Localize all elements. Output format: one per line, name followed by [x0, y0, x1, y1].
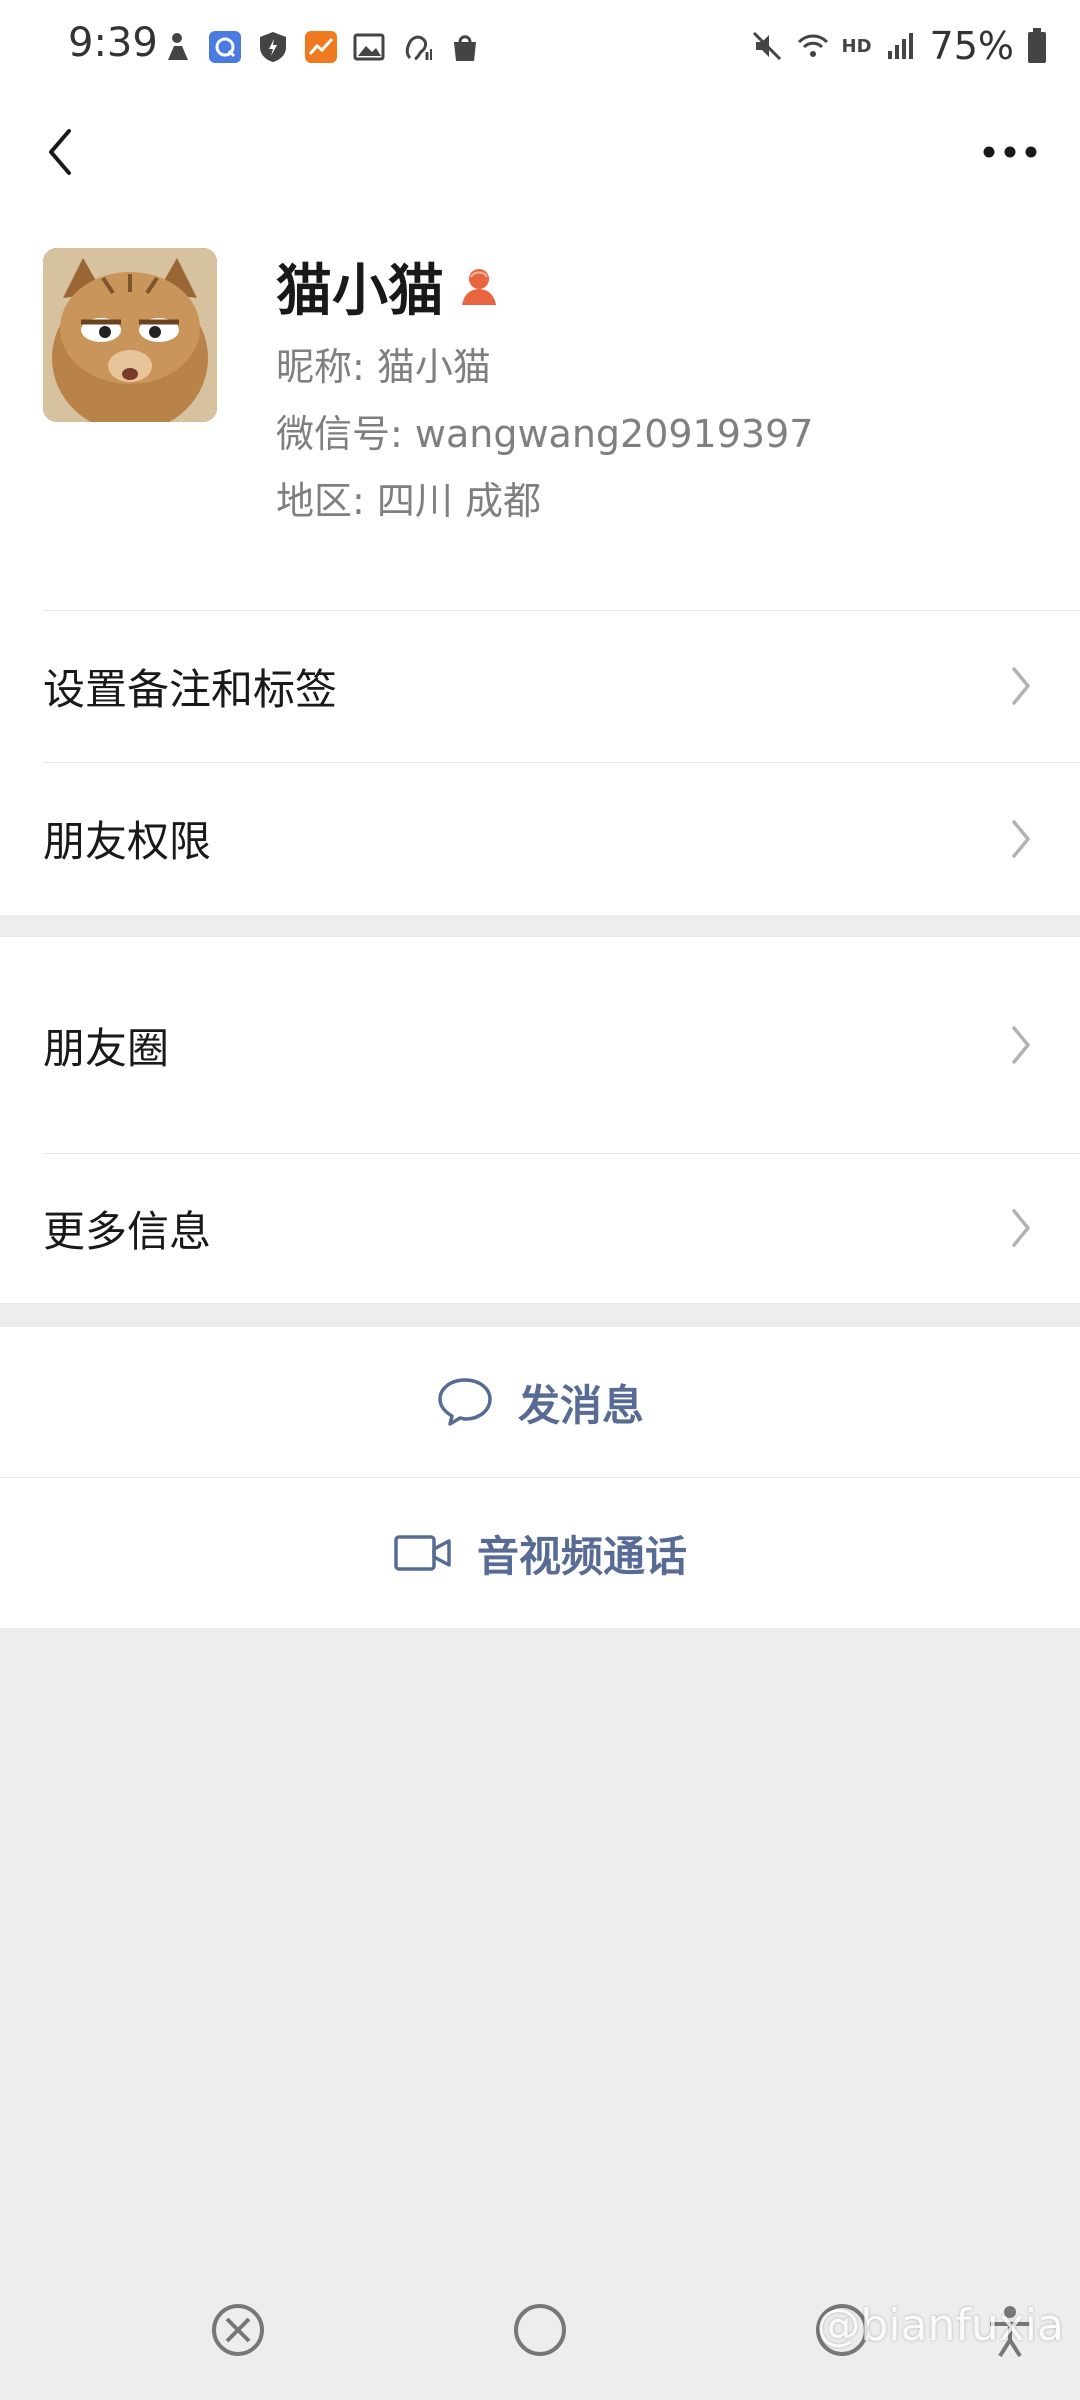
watermark: @bianfuxia: [816, 2300, 1064, 2351]
chat-bubble-icon: [438, 1378, 492, 1426]
close-circle-icon[interactable]: [208, 2300, 268, 2360]
info-group: 朋友圈 更多信息: [0, 937, 1080, 1303]
home-circle-icon[interactable]: [510, 2300, 570, 2360]
battery-icon: [1028, 28, 1046, 63]
video-call-label: 音视频通话: [476, 1531, 687, 1581]
chevron-right-icon: [1012, 1026, 1030, 1064]
more-dots-icon: [983, 146, 1037, 158]
battery-text: 75%: [929, 24, 1014, 68]
profile-card: 猫小猫 昵称: 猫小猫 微信号: wangwang20919397 地区: 四川…: [0, 248, 1080, 610]
person-icon: [168, 33, 188, 60]
row-label: 朋友权限: [43, 817, 212, 866]
more-options-button[interactable]: [970, 132, 1050, 172]
wifi-icon: [797, 34, 828, 57]
chevron-right-icon: [1012, 667, 1030, 705]
back-button[interactable]: [30, 112, 90, 192]
status-icons-right: HD 75%: [750, 20, 1048, 72]
send-message-button[interactable]: 发消息: [0, 1327, 1080, 1477]
row-friend-permissions[interactable]: 朋友权限: [0, 762, 1080, 915]
settings-group: 设置备注和标签 朋友权限: [0, 610, 1080, 915]
signal-icon: [887, 33, 913, 59]
video-camera-icon: [394, 1535, 451, 1571]
female-icon: [462, 269, 496, 305]
hd-icon: HD: [841, 35, 872, 57]
row-moments[interactable]: 朋友圈: [0, 937, 1080, 1153]
mute-icon: [752, 31, 781, 61]
chevron-right-icon: [1012, 1209, 1030, 1247]
row-label: 朋友圈: [43, 1023, 170, 1073]
status-bar: 9:39 HD 75%: [0, 0, 1080, 92]
row-label: 设置备注和标签: [43, 664, 338, 714]
wechat-id-text: 微信号: wangwang20919397: [276, 412, 814, 456]
image-icon: [353, 33, 385, 61]
avatar[interactable]: [43, 248, 217, 422]
video-call-button[interactable]: 音视频通话: [0, 1478, 1080, 1628]
nickname-text: 昵称: 猫小猫: [276, 345, 491, 389]
region-text: 地区: 四川 成都: [276, 479, 541, 523]
hearing-icon: [405, 35, 432, 61]
chevron-right-icon: [1012, 819, 1030, 858]
chevron-left-icon: [49, 129, 71, 175]
profile-name: 猫小猫: [276, 258, 444, 324]
cat-avatar-image: [43, 248, 217, 422]
profile-name-row: 猫小猫: [276, 246, 500, 326]
q-app-icon: [209, 31, 241, 63]
row-label: 更多信息: [43, 1206, 212, 1256]
shield-icon: [260, 32, 286, 62]
status-icons-left: [160, 26, 482, 68]
send-message-label: 发消息: [517, 1380, 644, 1430]
status-time: 9:39: [68, 20, 158, 66]
shopping-bag-icon: [454, 35, 476, 61]
row-more-info[interactable]: 更多信息: [0, 1153, 1080, 1303]
chart-app-icon: [305, 31, 337, 63]
row-remark-tags[interactable]: 设置备注和标签: [0, 610, 1080, 762]
